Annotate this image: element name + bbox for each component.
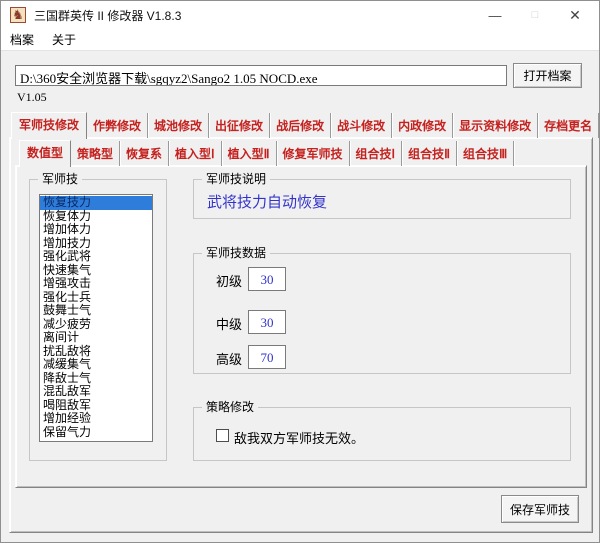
- subtab-celuexing[interactable]: 策略型: [71, 141, 120, 166]
- list-item[interactable]: 混乱敌军: [40, 385, 152, 399]
- list-item[interactable]: 强化武将: [40, 250, 152, 264]
- game-path-input[interactable]: D:\360安全浏览器下载\sgqyz2\Sango2 1.05 NOCD.ex…: [15, 65, 507, 86]
- menu-item-file[interactable]: 档案: [1, 31, 43, 48]
- list-item[interactable]: 恢复体力: [40, 210, 152, 224]
- list-item[interactable]: 鼓舞士气: [40, 304, 152, 318]
- subtab-shuzhixing[interactable]: 数值型: [19, 140, 71, 167]
- tab-neizheng-xiugai[interactable]: 内政修改: [392, 113, 453, 138]
- game-version-label: V1.05: [17, 90, 47, 105]
- tab-zhanhou-xiugai[interactable]: 战后修改: [270, 113, 331, 138]
- list-item[interactable]: 离间计: [40, 331, 152, 345]
- list-item[interactable]: 增加经验: [40, 412, 152, 426]
- tab-chengchi-xiugai[interactable]: 城池修改: [148, 113, 209, 138]
- list-item[interactable]: 恢复技力: [40, 196, 152, 210]
- tab-xianshi-ziliao-xiugai[interactable]: 显示资料修改: [453, 113, 538, 138]
- app-window: ♞ 三国群英传 II 修改器 V1.8.3 — □ ✕ 档案 关于 D:\360…: [0, 0, 600, 543]
- list-item[interactable]: 减少疲劳: [40, 318, 152, 332]
- tab-chuzheng-xiugai[interactable]: 出征修改: [209, 113, 270, 138]
- description-group-label: 军师技说明: [202, 172, 270, 186]
- list-item[interactable]: 保留气力: [40, 426, 152, 440]
- list-item[interactable]: 增强攻击: [40, 277, 152, 291]
- disable-skills-checkbox[interactable]: [216, 429, 229, 442]
- subtab-zhiruxing-1[interactable]: 植入型Ⅰ: [169, 141, 222, 166]
- level-high-label: 高级: [216, 349, 242, 368]
- window-controls: — □ ✕: [475, 1, 595, 29]
- menu-item-about[interactable]: 关于: [43, 31, 85, 48]
- subtab-zuheji-3[interactable]: 组合技Ⅲ: [457, 141, 514, 166]
- subtab-zuheji-1[interactable]: 组合技Ⅰ: [350, 141, 403, 166]
- subtab-huifuxi[interactable]: 恢复系: [120, 141, 169, 166]
- list-item[interactable]: 扰乱敌将: [40, 345, 152, 359]
- subtab-zuheji-2[interactable]: 组合技Ⅱ: [402, 141, 457, 166]
- title-bar: ♞ 三国群英传 II 修改器 V1.8.3 — □ ✕: [1, 1, 599, 29]
- list-item[interactable]: 喝阻敌军: [40, 399, 152, 413]
- tab-zuobi-xiugai[interactable]: 作弊修改: [87, 113, 148, 138]
- level-high-input[interactable]: 70: [248, 345, 286, 369]
- open-file-button[interactable]: 打开档案: [513, 63, 582, 88]
- list-item[interactable]: 快速集气: [40, 264, 152, 278]
- list-item[interactable]: 强化士兵: [40, 291, 152, 305]
- skills-listbox[interactable]: 恢复技力 恢复体力 增加体力 增加技力 强化武将 快速集气 增强攻击 强化士兵 …: [39, 194, 153, 442]
- tab-cundang-gengming[interactable]: 存档更名: [538, 113, 599, 138]
- level-basic-label: 初级: [216, 271, 242, 290]
- tab-zhandou-xiugai[interactable]: 战斗修改: [331, 113, 392, 138]
- list-item[interactable]: 减缓集气: [40, 358, 152, 372]
- sub-tabstrip: 数值型 策略型 恢复系 植入型Ⅰ 植入型Ⅱ 修复军师技 组合技Ⅰ 组合技Ⅱ 组合…: [19, 141, 514, 166]
- window-title: 三国群英传 II 修改器 V1.8.3: [34, 7, 181, 24]
- list-item[interactable]: 降敌士气: [40, 372, 152, 386]
- tab-junshiji-xiugai[interactable]: 军师技修改: [11, 112, 87, 139]
- skill-description-text: 武将技力自动恢复: [207, 191, 327, 212]
- subtab-xiufu-junshiji[interactable]: 修复军师技: [277, 141, 350, 166]
- list-item[interactable]: 增加技力: [40, 237, 152, 251]
- level-basic-input[interactable]: 30: [248, 267, 286, 291]
- strategy-group-label: 策略修改: [202, 400, 258, 414]
- list-item[interactable]: 增加体力: [40, 223, 152, 237]
- disable-skills-checkbox-label: 敌我双方军师技无效。: [234, 428, 364, 447]
- maximize-icon: □: [515, 1, 555, 29]
- main-tabstrip: 军师技修改 作弊修改 城池修改 出征修改 战后修改 战斗修改 内政修改 显示资料…: [11, 113, 599, 138]
- save-skills-button[interactable]: 保存军师技: [501, 495, 579, 523]
- menu-bar: 档案 关于: [1, 29, 599, 51]
- close-icon[interactable]: ✕: [555, 1, 595, 29]
- app-icon: ♞: [10, 7, 26, 23]
- minimize-icon[interactable]: —: [475, 1, 515, 29]
- skills-group-label: 军师技: [38, 172, 82, 186]
- level-mid-label: 中级: [216, 314, 242, 333]
- skill-data-group-label: 军师技数据: [202, 246, 270, 260]
- level-mid-input[interactable]: 30: [248, 310, 286, 334]
- subtab-zhiruxing-2[interactable]: 植入型Ⅱ: [222, 141, 277, 166]
